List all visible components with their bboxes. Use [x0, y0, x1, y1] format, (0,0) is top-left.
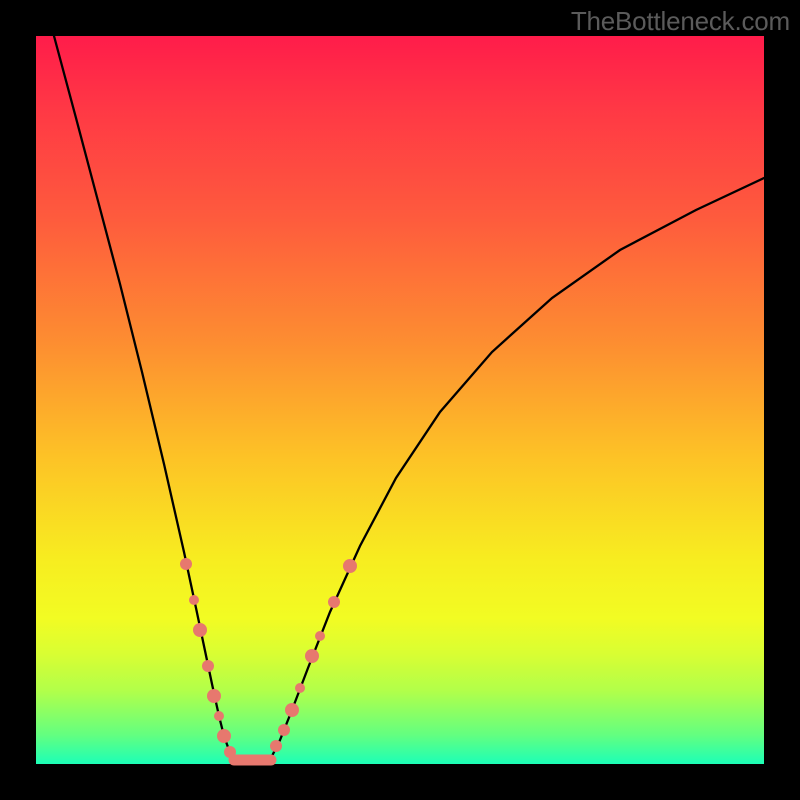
marker-dot	[214, 711, 224, 721]
marker-dot	[343, 559, 357, 573]
marker-dot	[315, 631, 325, 641]
marker-dot	[328, 596, 340, 608]
marker-dot	[285, 703, 299, 717]
curve-right-branch	[271, 178, 764, 758]
chart-frame: TheBottleneck.com	[0, 0, 800, 800]
marker-dot	[278, 724, 290, 736]
marker-dot	[217, 729, 231, 743]
chart-svg	[36, 36, 764, 764]
plot-area	[36, 36, 764, 764]
marker-dot	[295, 683, 305, 693]
marker-dot	[224, 746, 236, 758]
marker-dot	[180, 558, 192, 570]
watermark-text: TheBottleneck.com	[571, 6, 790, 37]
marker-dot	[270, 740, 282, 752]
marker-dot	[202, 660, 214, 672]
curve-left-branch	[54, 36, 234, 758]
marker-dot	[305, 649, 319, 663]
marker-dot	[193, 623, 207, 637]
marker-dot	[189, 595, 199, 605]
marker-dot	[207, 689, 221, 703]
